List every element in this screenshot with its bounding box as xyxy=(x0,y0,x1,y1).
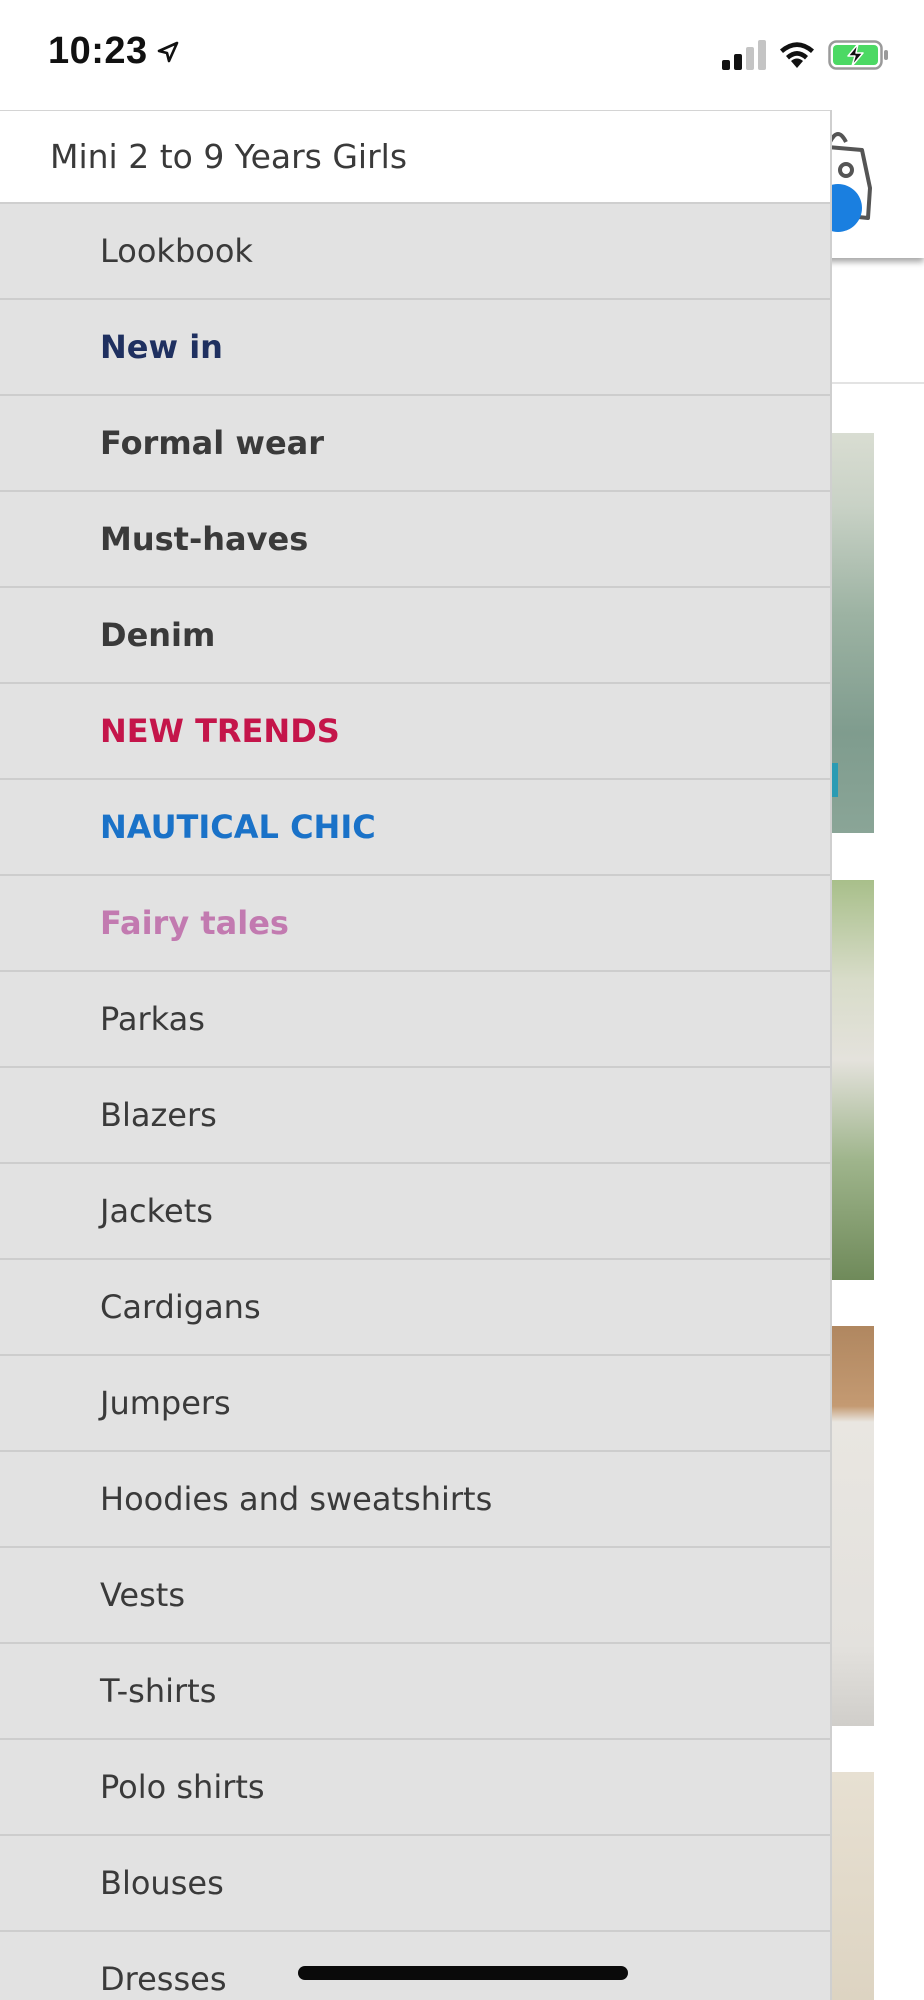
status-bar: 10:23 xyxy=(0,0,924,110)
drawer-category-title: Mini 2 to 9 Years Girls xyxy=(50,137,408,176)
product-image[interactable] xyxy=(830,1772,874,2000)
menu-item-formal-wear[interactable]: Formal wear xyxy=(0,396,830,492)
menu-item-label: Parkas xyxy=(100,1000,205,1038)
menu-item-label: Jumpers xyxy=(100,1384,231,1422)
wifi-icon xyxy=(777,38,817,74)
home-indicator[interactable] xyxy=(298,1966,628,1980)
category-menu: Lookbook New in Formal wear Must-haves Denim… xyxy=(0,204,830,2000)
menu-item-blazers[interactable]: Blazers xyxy=(0,1068,830,1164)
location-arrow-icon xyxy=(156,40,180,68)
menu-item-label: Blazers xyxy=(100,1096,217,1134)
menu-item-label: Jackets xyxy=(100,1192,213,1230)
menu-item-jackets[interactable]: Jackets xyxy=(0,1164,830,1260)
menu-item-new-in[interactable]: New in xyxy=(0,300,830,396)
menu-item-jumpers[interactable]: Jumpers xyxy=(0,1356,830,1452)
menu-item-new-trends[interactable]: NEW TRENDS xyxy=(0,684,830,780)
menu-item-label: Vests xyxy=(100,1576,185,1614)
menu-item-fairy-tales[interactable]: Fairy tales xyxy=(0,876,830,972)
content-divider xyxy=(830,382,924,384)
product-image[interactable] xyxy=(830,1326,874,1726)
product-image[interactable] xyxy=(830,880,874,1280)
menu-item-label: NAUTICAL CHIC xyxy=(100,808,376,846)
menu-item-denim[interactable]: Denim xyxy=(0,588,830,684)
menu-item-label: New in xyxy=(100,328,223,366)
drawer-header[interactable]: Mini 2 to 9 Years Girls xyxy=(0,110,830,204)
menu-item-label: Formal wear xyxy=(100,424,325,462)
menu-item-label: NEW TRENDS xyxy=(100,712,340,750)
menu-item-label: T-shirts xyxy=(100,1672,217,1710)
menu-item-label: Blouses xyxy=(100,1864,224,1902)
menu-item-label: Polo shirts xyxy=(100,1768,265,1806)
cellular-signal-icon xyxy=(722,40,768,74)
menu-item-polo-shirts[interactable]: Polo shirts xyxy=(0,1740,830,1836)
menu-item-label: Dresses xyxy=(100,1960,227,1998)
menu-item-blouses[interactable]: Blouses xyxy=(0,1836,830,1932)
menu-item-hoodies-and-sweatshirts[interactable]: Hoodies and sweatshirts xyxy=(0,1452,830,1548)
menu-item-parkas[interactable]: Parkas xyxy=(0,972,830,1068)
navigation-drawer: Mini 2 to 9 Years Girls Lookbook New in Fo… xyxy=(0,110,832,2000)
menu-item-label: Must-haves xyxy=(100,520,309,558)
battery-charging-icon xyxy=(828,40,890,74)
status-time: 10:23 xyxy=(48,30,148,72)
menu-item-lookbook[interactable]: Lookbook xyxy=(0,204,830,300)
menu-item-vests[interactable]: Vests xyxy=(0,1548,830,1644)
product-image[interactable] xyxy=(830,433,874,833)
menu-item-label: Cardigans xyxy=(100,1288,261,1326)
menu-item-must-haves[interactable]: Must-haves xyxy=(0,492,830,588)
menu-item-cardigans[interactable]: Cardigans xyxy=(0,1260,830,1356)
menu-item-label: Lookbook xyxy=(100,232,253,270)
menu-item-t-shirts[interactable]: T-shirts xyxy=(0,1644,830,1740)
app-screen: 10:23 Mini 2 to 9 Years Girls Lookbook N… xyxy=(0,0,924,2000)
menu-item-nautical-chic[interactable]: NAUTICAL CHIC xyxy=(0,780,830,876)
menu-item-label: Fairy tales xyxy=(100,904,289,942)
menu-item-label: Denim xyxy=(100,616,216,654)
menu-item-label: Hoodies and sweatshirts xyxy=(100,1480,493,1518)
